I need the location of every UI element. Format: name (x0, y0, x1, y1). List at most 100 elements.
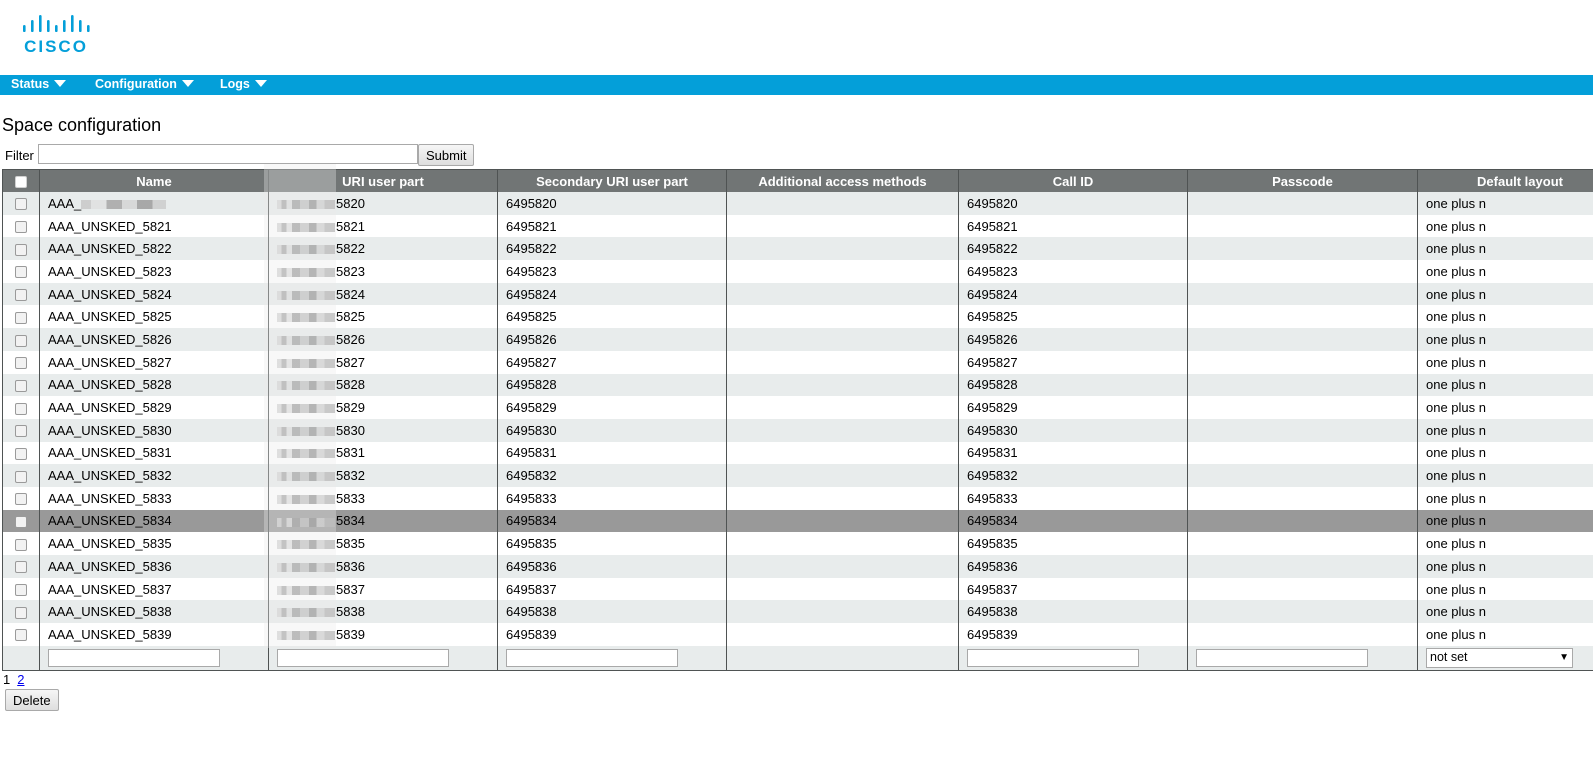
table-row[interactable]: AAA_UNSKED_5828 5828 6495828 6495828 one plu… (2, 373, 1593, 397)
secondary-uri-cell: 6495820 (497, 192, 727, 215)
secondary-uri-cell: 6495826 (497, 328, 727, 351)
row-checkbox[interactable] (15, 606, 27, 619)
secondary-uri-filter-input[interactable] (506, 648, 678, 667)
column-header-secondary-uri[interactable]: Secondary URI user part (497, 169, 727, 192)
delete-button[interactable]: Delete (5, 689, 59, 711)
table-row[interactable]: AAA_UNSKED_5822 5822 6495822 6495822 one plu… (2, 237, 1593, 261)
secondary-uri-cell: 6495832 (497, 464, 727, 487)
call-id-cell: 6495832 (958, 464, 1188, 487)
secondary-uri-cell: 6495833 (497, 486, 727, 510)
filter-input[interactable] (38, 144, 418, 164)
page-current: 1 (3, 672, 11, 687)
redacted-text (277, 517, 335, 527)
name-cell: AAA_UNSKED_5833 (39, 486, 269, 510)
passcode-cell (1187, 373, 1418, 397)
table-row[interactable]: AAA_UNSKED_5834 5834 6495834 6495834 one plu… (2, 509, 1593, 533)
uri-suffix: 5821 (336, 218, 365, 234)
redacted-text (277, 222, 335, 232)
row-checkbox[interactable] (15, 311, 27, 324)
row-checkbox[interactable] (15, 334, 27, 347)
name-filter-input[interactable] (48, 648, 220, 667)
row-checkbox[interactable] (15, 470, 27, 483)
uri-cell: 5830 (268, 418, 498, 442)
access-methods-cell (726, 350, 959, 374)
filter-passcode-cell (1187, 645, 1418, 671)
caret-down-icon (54, 80, 67, 88)
row-checkbox[interactable] (15, 447, 27, 460)
space-name: AAA_UNSKED_5829 (48, 400, 172, 416)
uri-cell: 5820 (268, 192, 498, 215)
column-header-name[interactable]: Name (39, 169, 269, 192)
table-row[interactable]: AAA_UNSKED_5833 5833 6495833 6495833 one plu… (2, 486, 1593, 510)
table-row[interactable]: AAA_UNSKED_5830 5830 6495830 6495830 one plu… (2, 418, 1593, 442)
redacted-text (277, 245, 335, 255)
secondary-uri-cell: 6495838 (497, 600, 727, 624)
name-cell: AAA_UNSKED_5834 (39, 509, 269, 533)
default-layout-cell: one plus n (1417, 328, 1593, 351)
table-row[interactable]: AAA_UNSKED_5821 5821 6495821 6495821 one plu… (2, 214, 1593, 238)
table-row[interactable]: AAA_UNSKED_5837 5837 6495837 6495837 one plu… (2, 577, 1593, 601)
row-checkbox[interactable] (15, 379, 27, 392)
call-id-cell: 6495823 (958, 260, 1188, 283)
nav-configuration[interactable]: Configuration (95, 75, 194, 95)
cisco-logo: CISCO (22, 14, 102, 56)
redacted-text (277, 585, 335, 595)
row-checkbox[interactable] (15, 357, 27, 370)
page-link-2[interactable]: 2 (17, 672, 24, 687)
table-row[interactable]: AAA_UNSKED_5823 5823 6495823 6495823 one plu… (2, 260, 1593, 283)
uri-filter-input[interactable] (277, 648, 449, 667)
row-checkbox[interactable] (15, 538, 27, 551)
table-row[interactable]: AAA_UNSKED_5836 5836 6495836 6495836 one plu… (2, 555, 1593, 578)
access-methods-cell (726, 282, 959, 306)
default-layout-cell: one plus n (1417, 350, 1593, 374)
table-row[interactable]: AAA_UNSKED_5831 5831 6495831 6495831 one plu… (2, 441, 1593, 465)
row-checkbox-cell (2, 600, 40, 624)
table-row[interactable]: AAA_UNSKED_5832 5832 6495832 6495832 one plu… (2, 464, 1593, 487)
row-checkbox[interactable] (15, 584, 27, 597)
row-checkbox[interactable] (15, 221, 27, 234)
redacted-text (277, 199, 335, 209)
select-all-checkbox[interactable] (15, 176, 27, 189)
row-checkbox[interactable] (15, 493, 27, 506)
column-header-call-id[interactable]: Call ID (958, 169, 1188, 192)
column-header-access-methods[interactable]: Additional access methods (726, 169, 959, 192)
nav-status[interactable]: Status (11, 75, 67, 95)
table-row[interactable]: AAA_UNSKED_5838 5838 6495838 6495838 one plu… (2, 600, 1593, 624)
row-checkbox[interactable] (15, 402, 27, 415)
nav-logs[interactable]: Logs (220, 75, 267, 95)
table-row[interactable]: AAA_UNSKED_5829 5829 6495829 6495829 one plu… (2, 396, 1593, 419)
default-layout-cell: one plus n (1417, 192, 1593, 215)
row-checkbox[interactable] (15, 289, 27, 302)
row-checkbox[interactable] (15, 266, 27, 279)
default-layout-cell: one plus n (1417, 305, 1593, 329)
secondary-uri-cell: 6495836 (497, 555, 727, 578)
uri-cell: 5839 (268, 623, 498, 646)
column-header-passcode[interactable]: Passcode (1187, 169, 1418, 192)
passcode-filter-input[interactable] (1196, 648, 1368, 667)
call-id-filter-input[interactable] (967, 648, 1139, 667)
row-checkbox[interactable] (15, 198, 27, 211)
default-layout-filter-select[interactable]: not set ▼ (1426, 647, 1573, 668)
row-checkbox[interactable] (15, 629, 27, 642)
submit-button[interactable]: Submit (418, 144, 475, 166)
row-checkbox[interactable] (15, 243, 27, 256)
table-row[interactable]: AAA_UNSKED_5824 5824 6495824 6495824 one plu… (2, 282, 1593, 306)
filter-callid-cell (958, 645, 1188, 671)
uri-cell: 5829 (268, 396, 498, 419)
table-row[interactable]: AAA_UNSKED_5839 5839 6495839 6495839 one plu… (2, 623, 1593, 646)
column-header-default-layout[interactable]: Default layout (1417, 169, 1593, 192)
table-row[interactable]: AAA_UNSKED_5826 5826 6495826 6495826 one plu… (2, 328, 1593, 351)
table-row[interactable]: AAA_ 5820 6495820 6495820 one plus n (2, 192, 1593, 215)
table-row[interactable]: AAA_UNSKED_5827 5827 6495827 6495827 one plu… (2, 350, 1593, 374)
row-checkbox[interactable] (15, 561, 27, 574)
row-checkbox[interactable] (15, 425, 27, 438)
default-layout-cell: one plus n (1417, 486, 1593, 510)
row-checkbox[interactable] (15, 516, 27, 529)
table-row[interactable]: AAA_UNSKED_5825 5825 6495825 6495825 one plu… (2, 305, 1593, 329)
access-methods-cell (726, 396, 959, 419)
passcode-cell (1187, 396, 1418, 419)
column-header-uri[interactable]: URI user part (268, 169, 498, 192)
table-row[interactable]: AAA_UNSKED_5835 5835 6495835 6495835 one plu… (2, 532, 1593, 555)
access-methods-cell (726, 532, 959, 555)
call-id-cell: 6495834 (958, 509, 1188, 533)
